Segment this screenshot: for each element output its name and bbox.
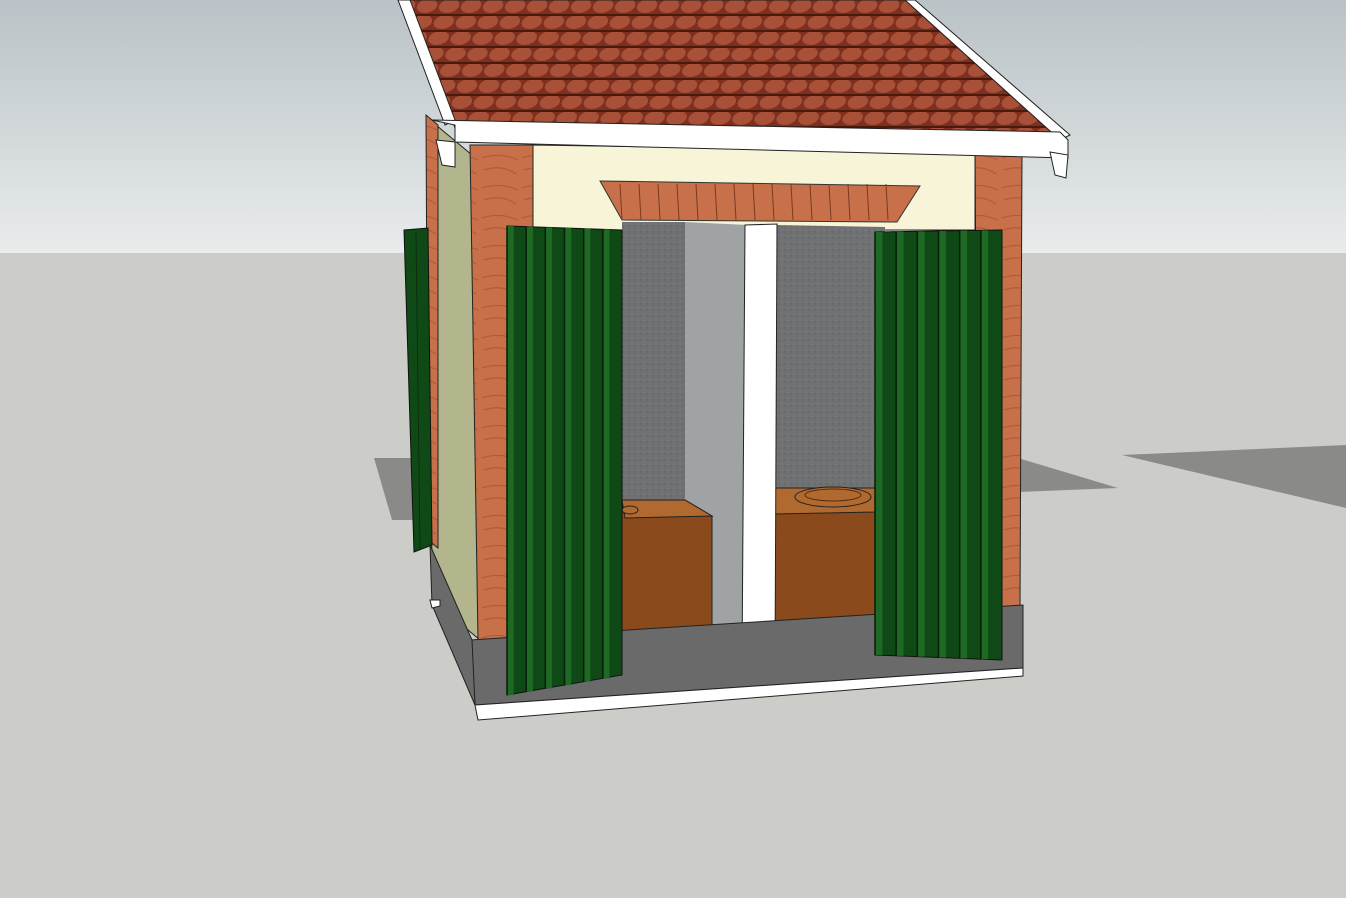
shutter-plank <box>526 226 533 692</box>
brick-lintel <box>599 180 921 223</box>
shutter-plank <box>602 229 610 679</box>
right-stall-interior <box>774 225 885 662</box>
shutter-plank <box>507 226 514 695</box>
shutter-plank <box>959 230 968 659</box>
left-front-shutter <box>506 225 623 696</box>
shutter-plank <box>896 231 904 656</box>
shutter-plank <box>564 228 572 685</box>
scene-canvas <box>0 0 1346 898</box>
shutter-plank <box>545 227 553 689</box>
right-front-shutter <box>874 229 1003 661</box>
stall-divider <box>741 223 778 666</box>
left-seat-lid <box>621 505 639 515</box>
shutter-plank <box>980 230 989 660</box>
shutter-plank <box>917 231 925 657</box>
shutter-plank <box>583 228 591 682</box>
shutter-plank <box>875 232 883 655</box>
left-stall-interior <box>621 222 748 662</box>
3d-model-viewport[interactable] <box>0 0 1346 898</box>
shutter-plank <box>938 231 946 658</box>
